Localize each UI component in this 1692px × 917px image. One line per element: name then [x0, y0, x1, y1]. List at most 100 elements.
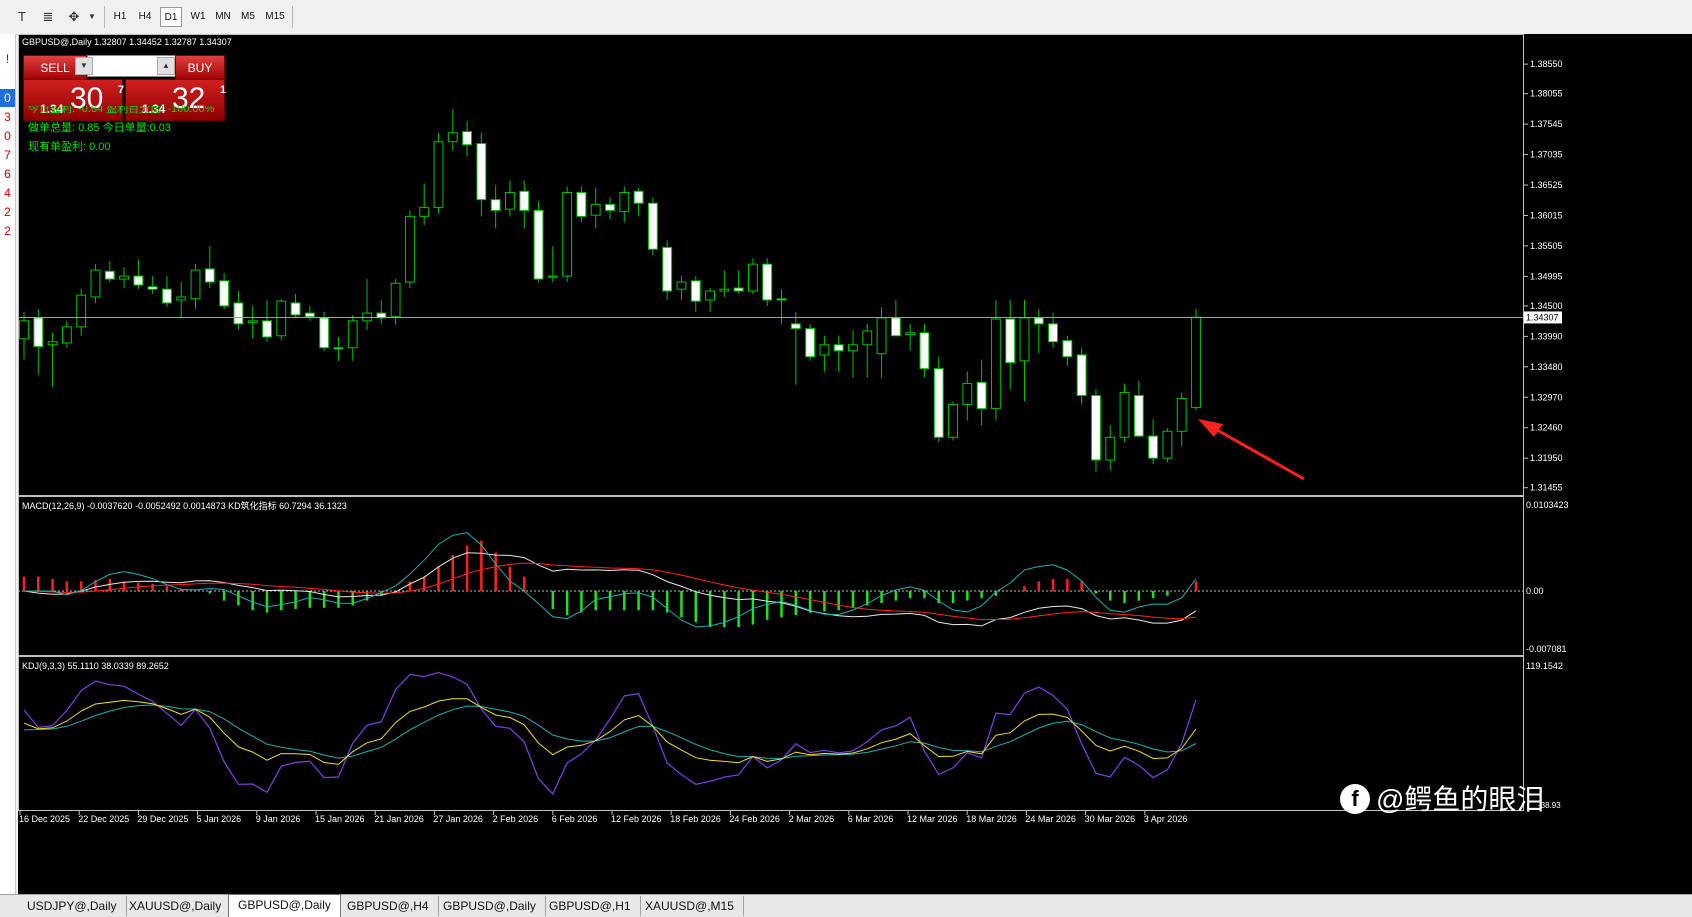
- timeframe-m5-button[interactable]: M5: [238, 7, 258, 27]
- timeframe-h4-button[interactable]: H4: [135, 7, 155, 27]
- buy-button[interactable]: BUY: [175, 55, 225, 81]
- price-tick-label: 1.33990: [1530, 331, 1563, 341]
- candle-bear: [104, 270, 115, 280]
- candle-bull: [590, 203, 601, 216]
- fibonacci-icon[interactable]: ≣: [38, 7, 58, 27]
- timeframe-h1-button[interactable]: H1: [110, 7, 130, 27]
- date-tick-label: 6 Mar 2026: [848, 814, 894, 824]
- date-tick-label: 24 Mar 2026: [1025, 814, 1076, 824]
- chart-tab[interactable]: GBPUSD@,H1: [540, 896, 641, 916]
- dropdown-icon[interactable]: ▼: [82, 7, 102, 27]
- candle-bear: [33, 317, 44, 348]
- candle-bear: [1076, 354, 1087, 396]
- chart-tab[interactable]: USDJPY@,Daily: [18, 896, 127, 916]
- market-watch-digit[interactable]: 7: [0, 146, 15, 164]
- market-watch-digit[interactable]: 4: [0, 184, 15, 202]
- chart-background: [18, 34, 1692, 894]
- candle-bear: [1005, 318, 1016, 364]
- candle-bear: [1133, 394, 1144, 437]
- date-tick-label: 29 Dec 2025: [137, 814, 188, 824]
- date-tick-label: 24 Feb 2026: [729, 814, 780, 824]
- volume-up-icon[interactable]: ▲: [157, 57, 175, 75]
- candle-bear: [662, 246, 673, 292]
- current-price-label: 1.34307: [1524, 311, 1562, 324]
- candle-bull: [1162, 430, 1173, 459]
- candle-bull: [1119, 392, 1130, 438]
- candle-bull: [1176, 397, 1187, 432]
- candle-bull: [1019, 317, 1030, 362]
- candle-bear: [462, 131, 473, 146]
- date-tick-label: 5 Jan 2026: [197, 814, 242, 824]
- timeframe-m15-button[interactable]: M15: [262, 7, 288, 27]
- candle-bull: [705, 290, 715, 301]
- candle-bull: [619, 191, 630, 213]
- chart-window[interactable]: 1.38550 1.38055 1.37545 1.37035 1.36525 1.360…: [18, 34, 1692, 894]
- main-toolbar: T ≣ ✥ ▼ H1 H4 D1 W1 MN M5 M15: [0, 0, 1692, 35]
- price-tick-label: 1.32460: [1530, 423, 1563, 433]
- price-tick-label: 1.33480: [1530, 362, 1563, 372]
- market-watch-digit[interactable]: 0: [0, 89, 15, 107]
- market-watch-digit[interactable]: 2: [0, 203, 15, 221]
- candle-bear: [333, 347, 344, 350]
- toolbar-separator: [292, 6, 293, 28]
- candle-bear: [1062, 340, 1073, 358]
- candle-bear: [762, 263, 773, 301]
- candle-bull: [676, 281, 687, 290]
- chart-tab-active[interactable]: GBPUSD@,Daily: [228, 894, 341, 917]
- date-tick-label: 6 Feb 2026: [552, 814, 598, 824]
- candle-bear: [490, 199, 501, 211]
- price-tick-label: 1.36015: [1530, 210, 1563, 220]
- candle-bull: [905, 332, 916, 336]
- candle-bear: [1033, 317, 1044, 325]
- price-tick-label: 1.36525: [1530, 180, 1563, 190]
- timeframe-w1-button[interactable]: W1: [187, 7, 209, 27]
- candle-bear: [1048, 323, 1059, 343]
- price-axis: 1.38550 1.38055 1.37545 1.37035 1.36525 1.360…: [1524, 59, 1563, 493]
- market-watch-digit[interactable]: 2: [0, 222, 15, 240]
- date-tick-label: 22 Dec 2025: [78, 814, 129, 824]
- price-tick-label: 1.35505: [1530, 241, 1563, 251]
- candle-bull: [419, 206, 430, 217]
- candle-bear: [776, 298, 787, 301]
- candle-bull: [719, 288, 730, 292]
- market-watch-digit[interactable]: 0: [0, 127, 15, 145]
- svg-text:1.34307: 1.34307: [1526, 312, 1559, 322]
- candle-bull: [862, 330, 873, 346]
- candle-bull: [747, 263, 758, 292]
- candle-bear: [976, 381, 987, 410]
- chart-tabs-bar: USDJPY@,Daily XAUUSD@,Daily GBPUSD@,Dail…: [0, 894, 1692, 917]
- price-tick-label: 1.38055: [1530, 89, 1563, 99]
- candle-bull: [819, 344, 830, 356]
- macd-tick-zero: 0.00: [1526, 586, 1544, 596]
- chart-tab[interactable]: GBPUSD@,H4: [338, 896, 439, 916]
- market-watch-digit[interactable]: 6: [0, 165, 15, 183]
- price-tick-label: 1.34995: [1530, 271, 1563, 281]
- market-watch-digit[interactable]: 3: [0, 108, 15, 126]
- candle-bull: [876, 317, 887, 355]
- candle-bull: [61, 326, 72, 344]
- candle-bear: [147, 286, 158, 290]
- candle-bear: [262, 320, 272, 338]
- text-icon[interactable]: T: [12, 7, 32, 27]
- candle-bull: [433, 141, 444, 208]
- timeframe-d1-button[interactable]: D1: [160, 7, 182, 27]
- chart-tab[interactable]: XAUUSD@,M15: [636, 896, 744, 916]
- candle-bear: [805, 328, 816, 358]
- chart-tab[interactable]: XAUUSD@,Daily: [120, 896, 232, 916]
- candle-bull: [247, 320, 258, 324]
- chart-symbol-header: GBPUSD@,Daily 1.32807 1.34452 1.32787 1.…: [22, 37, 232, 47]
- timeframe-mn-button[interactable]: MN: [212, 7, 234, 27]
- objects-icon[interactable]: ✥: [64, 7, 84, 27]
- info-open-profit: 现有单盈利: 0.00: [28, 141, 111, 153]
- market-watch-digit[interactable]: !: [0, 50, 15, 68]
- date-tick-label: 30 Mar 2026: [1085, 814, 1136, 824]
- chart-tab[interactable]: GBPUSD@,Daily: [434, 896, 546, 916]
- candle-bull: [176, 296, 187, 301]
- kdj-header: KDJ(9,3,3) 55.1110 38.0339 89.2652: [22, 661, 169, 671]
- facebook-icon: f: [1340, 784, 1370, 814]
- candle-bull: [404, 215, 415, 283]
- date-tick-label: 21 Jan 2026: [374, 814, 424, 824]
- macd-tick-top: 0.0103423: [1526, 500, 1569, 510]
- info-order-volume: 做单总量: 0.85 今日单量:0.03: [28, 122, 172, 134]
- volume-down-icon[interactable]: ▼: [75, 57, 93, 75]
